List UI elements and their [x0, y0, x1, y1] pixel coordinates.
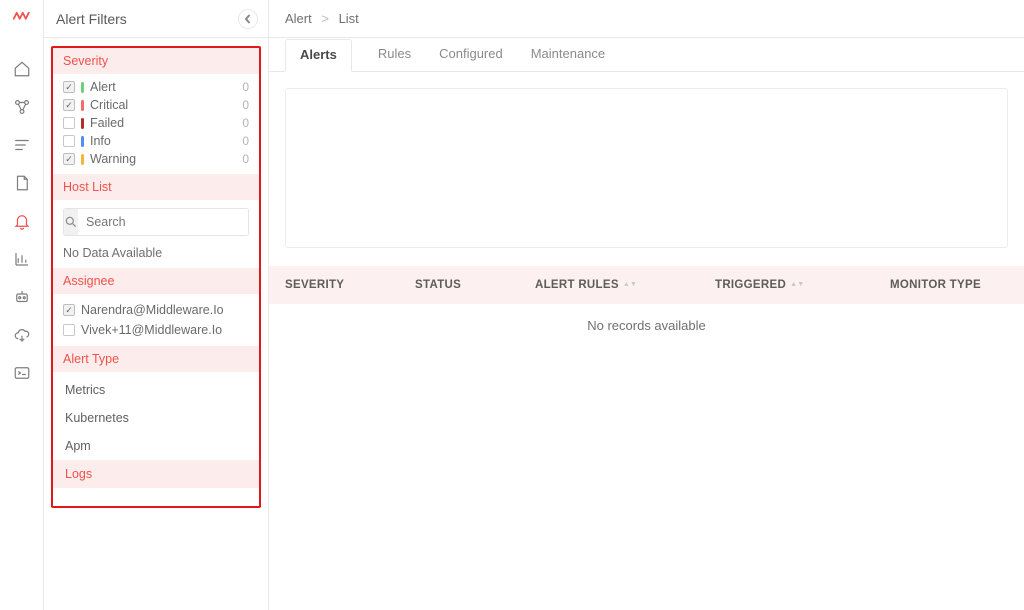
assignee-list: Narendra@Middleware.Io Vivek+11@Middlewar… — [53, 294, 259, 346]
severity-heading: Severity — [53, 48, 259, 74]
checkbox[interactable] — [63, 81, 75, 93]
left-rail — [0, 0, 44, 610]
table-empty: No records available — [269, 304, 1024, 347]
assignee-item[interactable]: Narendra@Middleware.Io — [63, 300, 249, 320]
checkbox[interactable] — [63, 304, 75, 316]
checkbox[interactable] — [63, 117, 75, 129]
tabs: Alerts Rules Configured Maintenance — [269, 38, 1024, 72]
col-alert-rules[interactable]: ALERT RULES▲▼ — [535, 279, 715, 291]
breadcrumb-leaf: List — [339, 11, 359, 26]
col-triggered[interactable]: TRIGGERED▲▼ — [715, 279, 890, 291]
logo-icon — [13, 6, 31, 24]
checkbox[interactable] — [63, 135, 75, 147]
alert-type-item[interactable]: Metrics — [53, 376, 259, 404]
table-header: SEVERITY STATUS ALERT RULES▲▼ TRIGGERED▲… — [269, 266, 1024, 304]
severity-color-pill — [81, 154, 84, 165]
nav-cloud-icon[interactable] — [13, 326, 31, 344]
checkbox[interactable] — [63, 324, 75, 336]
nav-nodes-icon[interactable] — [13, 98, 31, 116]
nav-chart-icon[interactable] — [13, 250, 31, 268]
chevron-left-icon — [243, 14, 253, 24]
severity-label: Warning — [90, 152, 236, 166]
sort-icon: ▲▼ — [790, 283, 804, 287]
tab-configured[interactable]: Configured — [437, 38, 505, 71]
nav-document-icon[interactable] — [13, 174, 31, 192]
severity-count: 0 — [242, 98, 249, 112]
breadcrumb-sep: > — [318, 11, 333, 26]
severity-label: Alert — [90, 80, 236, 94]
filters-highlight-box: Severity Alert0Critical0Failed0Info0Warn… — [51, 46, 261, 508]
severity-list: Alert 0 Critical 0 Failed 0 Info 0 Warning 0 — [53, 74, 259, 174]
alert-type-item[interactable]: Apm — [53, 432, 259, 460]
alert-type-heading: Alert Type — [53, 346, 259, 372]
breadcrumb-root[interactable]: Alert — [285, 11, 312, 26]
severity-color-pill — [81, 118, 84, 129]
severity-item[interactable]: Failed 0 — [63, 114, 249, 132]
severity-color-pill — [81, 100, 84, 111]
host-list-heading: Host List — [53, 174, 259, 200]
host-no-data: No Data Available — [63, 246, 249, 260]
alert-type-item[interactable]: Logs — [53, 460, 259, 488]
nav-home-icon[interactable] — [13, 60, 31, 78]
severity-item[interactable]: Critical 0 — [63, 96, 249, 114]
assignee-label: Narendra@Middleware.Io — [81, 303, 249, 317]
tab-maintenance[interactable]: Maintenance — [529, 38, 607, 71]
nav-lines-icon[interactable] — [13, 136, 31, 154]
col-severity[interactable]: SEVERITY — [285, 279, 415, 291]
severity-color-pill — [81, 136, 84, 147]
severity-label: Info — [90, 134, 236, 148]
nav-robot-icon[interactable] — [13, 288, 31, 306]
host-search-input[interactable] — [78, 209, 249, 235]
assignee-label: Vivek+11@Middleware.Io — [81, 323, 249, 337]
tab-rules[interactable]: Rules — [376, 38, 413, 71]
assignee-item[interactable]: Vivek+11@Middleware.Io — [63, 320, 249, 340]
alert-type-list: MetricsKubernetesApmLogs — [53, 372, 259, 492]
search-icon — [64, 209, 78, 235]
filters-title: Alert Filters — [56, 11, 127, 27]
severity-count: 0 — [242, 116, 249, 130]
tab-alerts[interactable]: Alerts — [285, 39, 352, 72]
main-content: Alert > List Alerts Rules Configured Mainte… — [269, 0, 1024, 610]
collapse-filters-button[interactable] — [238, 9, 258, 29]
sort-icon: ▲▼ — [623, 283, 637, 287]
checkbox[interactable] — [63, 153, 75, 165]
severity-count: 0 — [242, 134, 249, 148]
assignee-heading: Assignee — [53, 268, 259, 294]
filters-panel: Alert Filters Severity Alert0Critical0Fa… — [44, 0, 269, 610]
severity-item[interactable]: Info 0 — [63, 132, 249, 150]
severity-count: 0 — [242, 152, 249, 166]
severity-color-pill — [81, 82, 84, 93]
severity-count: 0 — [242, 80, 249, 94]
checkbox[interactable] — [63, 99, 75, 111]
col-monitor-type[interactable]: MONITOR TYPE — [890, 279, 1008, 291]
col-status[interactable]: STATUS — [415, 279, 535, 291]
nav-alerts-icon[interactable] — [13, 212, 31, 230]
severity-label: Critical — [90, 98, 236, 112]
breadcrumb: Alert > List — [269, 0, 1024, 38]
alert-type-item[interactable]: Kubernetes — [53, 404, 259, 432]
severity-label: Failed — [90, 116, 236, 130]
severity-item[interactable]: Warning 0 — [63, 150, 249, 168]
host-search[interactable] — [63, 208, 249, 236]
nav-terminal-icon[interactable] — [13, 364, 31, 382]
severity-item[interactable]: Alert 0 — [63, 78, 249, 96]
chart-placeholder — [285, 88, 1008, 248]
